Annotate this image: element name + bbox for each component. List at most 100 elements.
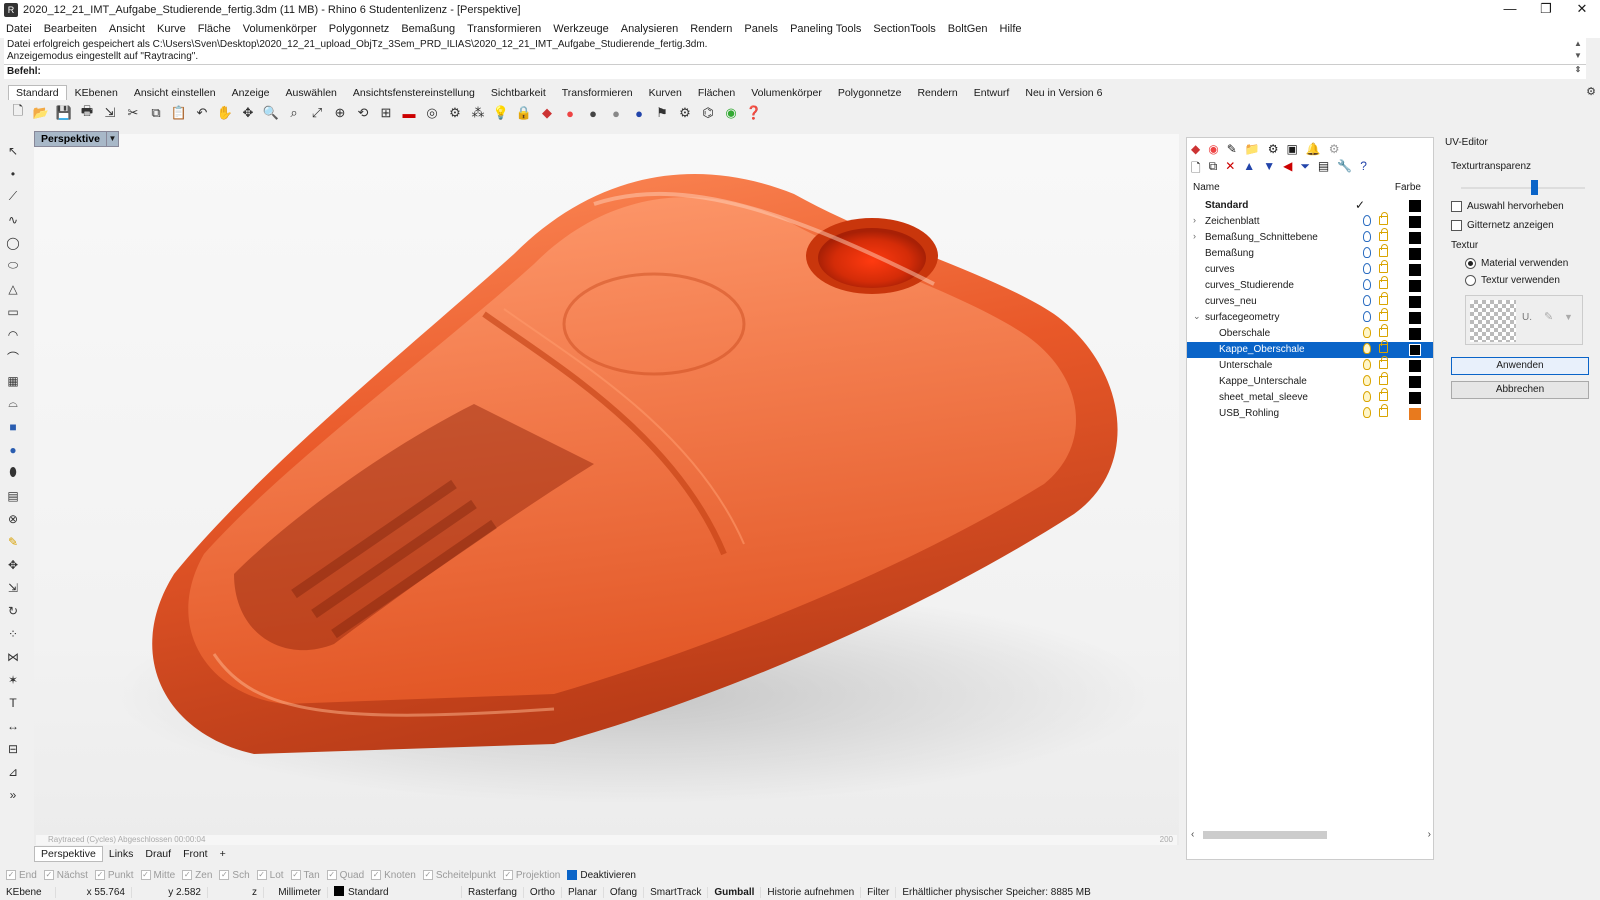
chevron-down-icon[interactable]: ⌄ [1193, 311, 1201, 322]
osnap-punkt[interactable]: ✓ Punkt [94, 870, 134, 881]
use-material-radio[interactable] [1465, 258, 1476, 269]
tab-ansicht-einstellen[interactable]: Ansicht einstellen [126, 85, 224, 100]
layer-name[interactable]: surfacegeometry [1205, 312, 1279, 323]
command-line[interactable]: Befehl: ⇕ [4, 64, 1586, 79]
layer-row[interactable]: curves_neu [1187, 292, 1433, 310]
slider-knob[interactable] [1531, 180, 1538, 195]
fillet-icon[interactable]: ⌒ [2, 347, 24, 368]
osnap-zen[interactable]: ✓ Zen [182, 870, 212, 881]
osnap-checkbox[interactable]: ✓ [290, 870, 301, 880]
tools-icon[interactable]: 🔧 [1337, 159, 1352, 180]
analyze-icon[interactable]: ⊿ [2, 761, 24, 782]
texture-preview[interactable]: U. ✎ ▼ [1465, 295, 1583, 345]
menu-panels[interactable]: Panels [744, 23, 778, 35]
surface-icon[interactable]: ▦ [2, 370, 24, 391]
select-arrow-icon[interactable]: ↖ [2, 140, 24, 161]
history-scroll-up-icon[interactable]: ▲ [1572, 38, 1584, 50]
layer-row[interactable]: Kappe_Oberschale [1187, 340, 1433, 358]
flag-icon[interactable]: ⚑ [652, 103, 672, 123]
visibility-bulb-icon[interactable] [1363, 295, 1371, 306]
cplane-indicator[interactable]: KEbene [0, 886, 56, 898]
menu-hilfe[interactable]: Hilfe [1000, 23, 1022, 35]
layer-name[interactable]: curves_Studierende [1205, 280, 1294, 291]
layer-color-swatch[interactable] [1409, 216, 1421, 228]
camera-icon[interactable]: ◎ [422, 103, 442, 123]
texture-transparency-slider[interactable] [1461, 180, 1585, 195]
curve-icon[interactable]: ∿ [2, 209, 24, 230]
visibility-bulb-icon[interactable] [1363, 391, 1371, 402]
layer-color-swatch[interactable] [1409, 328, 1421, 340]
edit-icon[interactable]: ✎ [2, 531, 24, 552]
dimension-icon[interactable]: ↔ [2, 715, 24, 736]
gear-wheel-icon[interactable]: ⚙ [445, 103, 465, 123]
chevron-right-icon[interactable]: › [1193, 215, 1196, 225]
tab-kebenen[interactable]: KEbenen [67, 85, 126, 100]
lock-icon[interactable] [1379, 324, 1388, 337]
osnap-sch[interactable]: ✓ Sch [219, 870, 250, 881]
layer-name[interactable]: curves [1205, 264, 1234, 275]
vp-tab-front[interactable]: Front [177, 847, 214, 861]
tab-kurven[interactable]: Kurven [641, 85, 690, 100]
save-icon[interactable]: 💾 [54, 103, 74, 123]
add-viewport-tab-button[interactable]: + [214, 847, 232, 861]
layer-color-swatch[interactable] [1409, 280, 1421, 292]
menu-rendern[interactable]: Rendern [690, 23, 732, 35]
shaded-sphere-icon[interactable]: ● [583, 103, 603, 123]
layer-color-swatch[interactable] [1409, 232, 1421, 244]
tab-rendern[interactable]: Rendern [909, 85, 965, 100]
layer-name[interactable]: Kappe_Unterschale [1219, 376, 1307, 387]
minimize-button[interactable]: — [1492, 0, 1528, 20]
layer-row[interactable]: Bemaßung [1187, 244, 1433, 262]
menu-kurve[interactable]: Kurve [157, 23, 186, 35]
lock-icon[interactable] [1379, 308, 1388, 321]
properties-tab-icon[interactable]: ✎ [1227, 142, 1237, 156]
move-view-icon[interactable]: ✥ [238, 103, 258, 123]
visibility-bulb-icon[interactable] [1363, 359, 1371, 370]
gumball-toggle[interactable]: Gumball [708, 886, 762, 898]
lock-icon[interactable] [1379, 260, 1388, 273]
layer-color-swatch[interactable] [1409, 200, 1421, 212]
delete-layer-icon[interactable]: ✕ [1225, 159, 1235, 180]
rectangle-icon[interactable]: ▭ [2, 301, 24, 322]
light-bulb-icon[interactable]: 💡 [491, 103, 511, 123]
display-tab-icon[interactable]: ▣ [1287, 142, 1298, 156]
layers-tab-icon[interactable]: ◆ [1191, 142, 1200, 156]
move-down-icon[interactable]: ▼ [1263, 159, 1275, 180]
tab-sichtbarkeit[interactable]: Sichtbarkeit [483, 85, 554, 100]
menu-ansicht[interactable]: Ansicht [109, 23, 145, 35]
osnap-checkbox[interactable]: ✓ [182, 870, 193, 880]
zoom-window-icon[interactable]: ⌕ [284, 103, 304, 123]
chevron-down-icon[interactable]: ▼ [1564, 312, 1573, 322]
visibility-bulb-icon[interactable] [1363, 263, 1371, 274]
osnap-lot[interactable]: ✓ Lot [256, 870, 284, 881]
osnap-checkbox[interactable]: ✓ [371, 870, 382, 880]
usb-stick-render[interactable] [34, 134, 1179, 845]
osnap-n-chst[interactable]: ✓ Nächst [43, 870, 88, 881]
history-scroll-down-icon[interactable]: ▼ [1572, 50, 1584, 62]
layer-color-swatch[interactable] [1409, 408, 1421, 420]
scale-icon[interactable]: ⇲ [2, 577, 24, 598]
pan-hand-icon[interactable]: ✋ [215, 103, 235, 123]
layer-row[interactable]: › Bemaßung_Schnittebene [1187, 228, 1433, 246]
undo-icon[interactable]: ↶ [192, 103, 212, 123]
menu-sectiontools[interactable]: SectionTools [873, 23, 935, 35]
filter-toggle[interactable]: Filter [861, 886, 897, 898]
rhino-app-icon[interactable]: R [4, 3, 18, 17]
notifications-tab-icon[interactable]: 🔔 [1306, 142, 1321, 156]
menu-paneling-tools[interactable]: Paneling Tools [790, 23, 861, 35]
osnap-checkbox[interactable]: ✓ [326, 870, 337, 880]
visibility-bulb-icon[interactable] [1363, 279, 1371, 290]
perspective-viewport[interactable] [34, 134, 1179, 845]
grid-snap-toggle[interactable]: Rasterfang [462, 886, 524, 898]
lock-icon[interactable] [1379, 276, 1388, 289]
menu-datei[interactable]: Datei [6, 23, 32, 35]
layer-name[interactable]: Kappe_Oberschale [1219, 344, 1305, 355]
layer-color-swatch[interactable] [1409, 376, 1421, 388]
column-color[interactable]: Farbe [1395, 182, 1421, 193]
layer-horizontal-scrollbar[interactable]: ‹ › [1191, 829, 1431, 841]
more-tools-icon[interactable]: » [2, 784, 24, 805]
layer-name[interactable]: Bemaßung [1205, 248, 1254, 259]
tab-auswaehlen[interactable]: Auswählen [278, 85, 345, 100]
print-icon[interactable]: 🖶 [77, 103, 97, 123]
lock-icon[interactable] [1379, 340, 1388, 353]
